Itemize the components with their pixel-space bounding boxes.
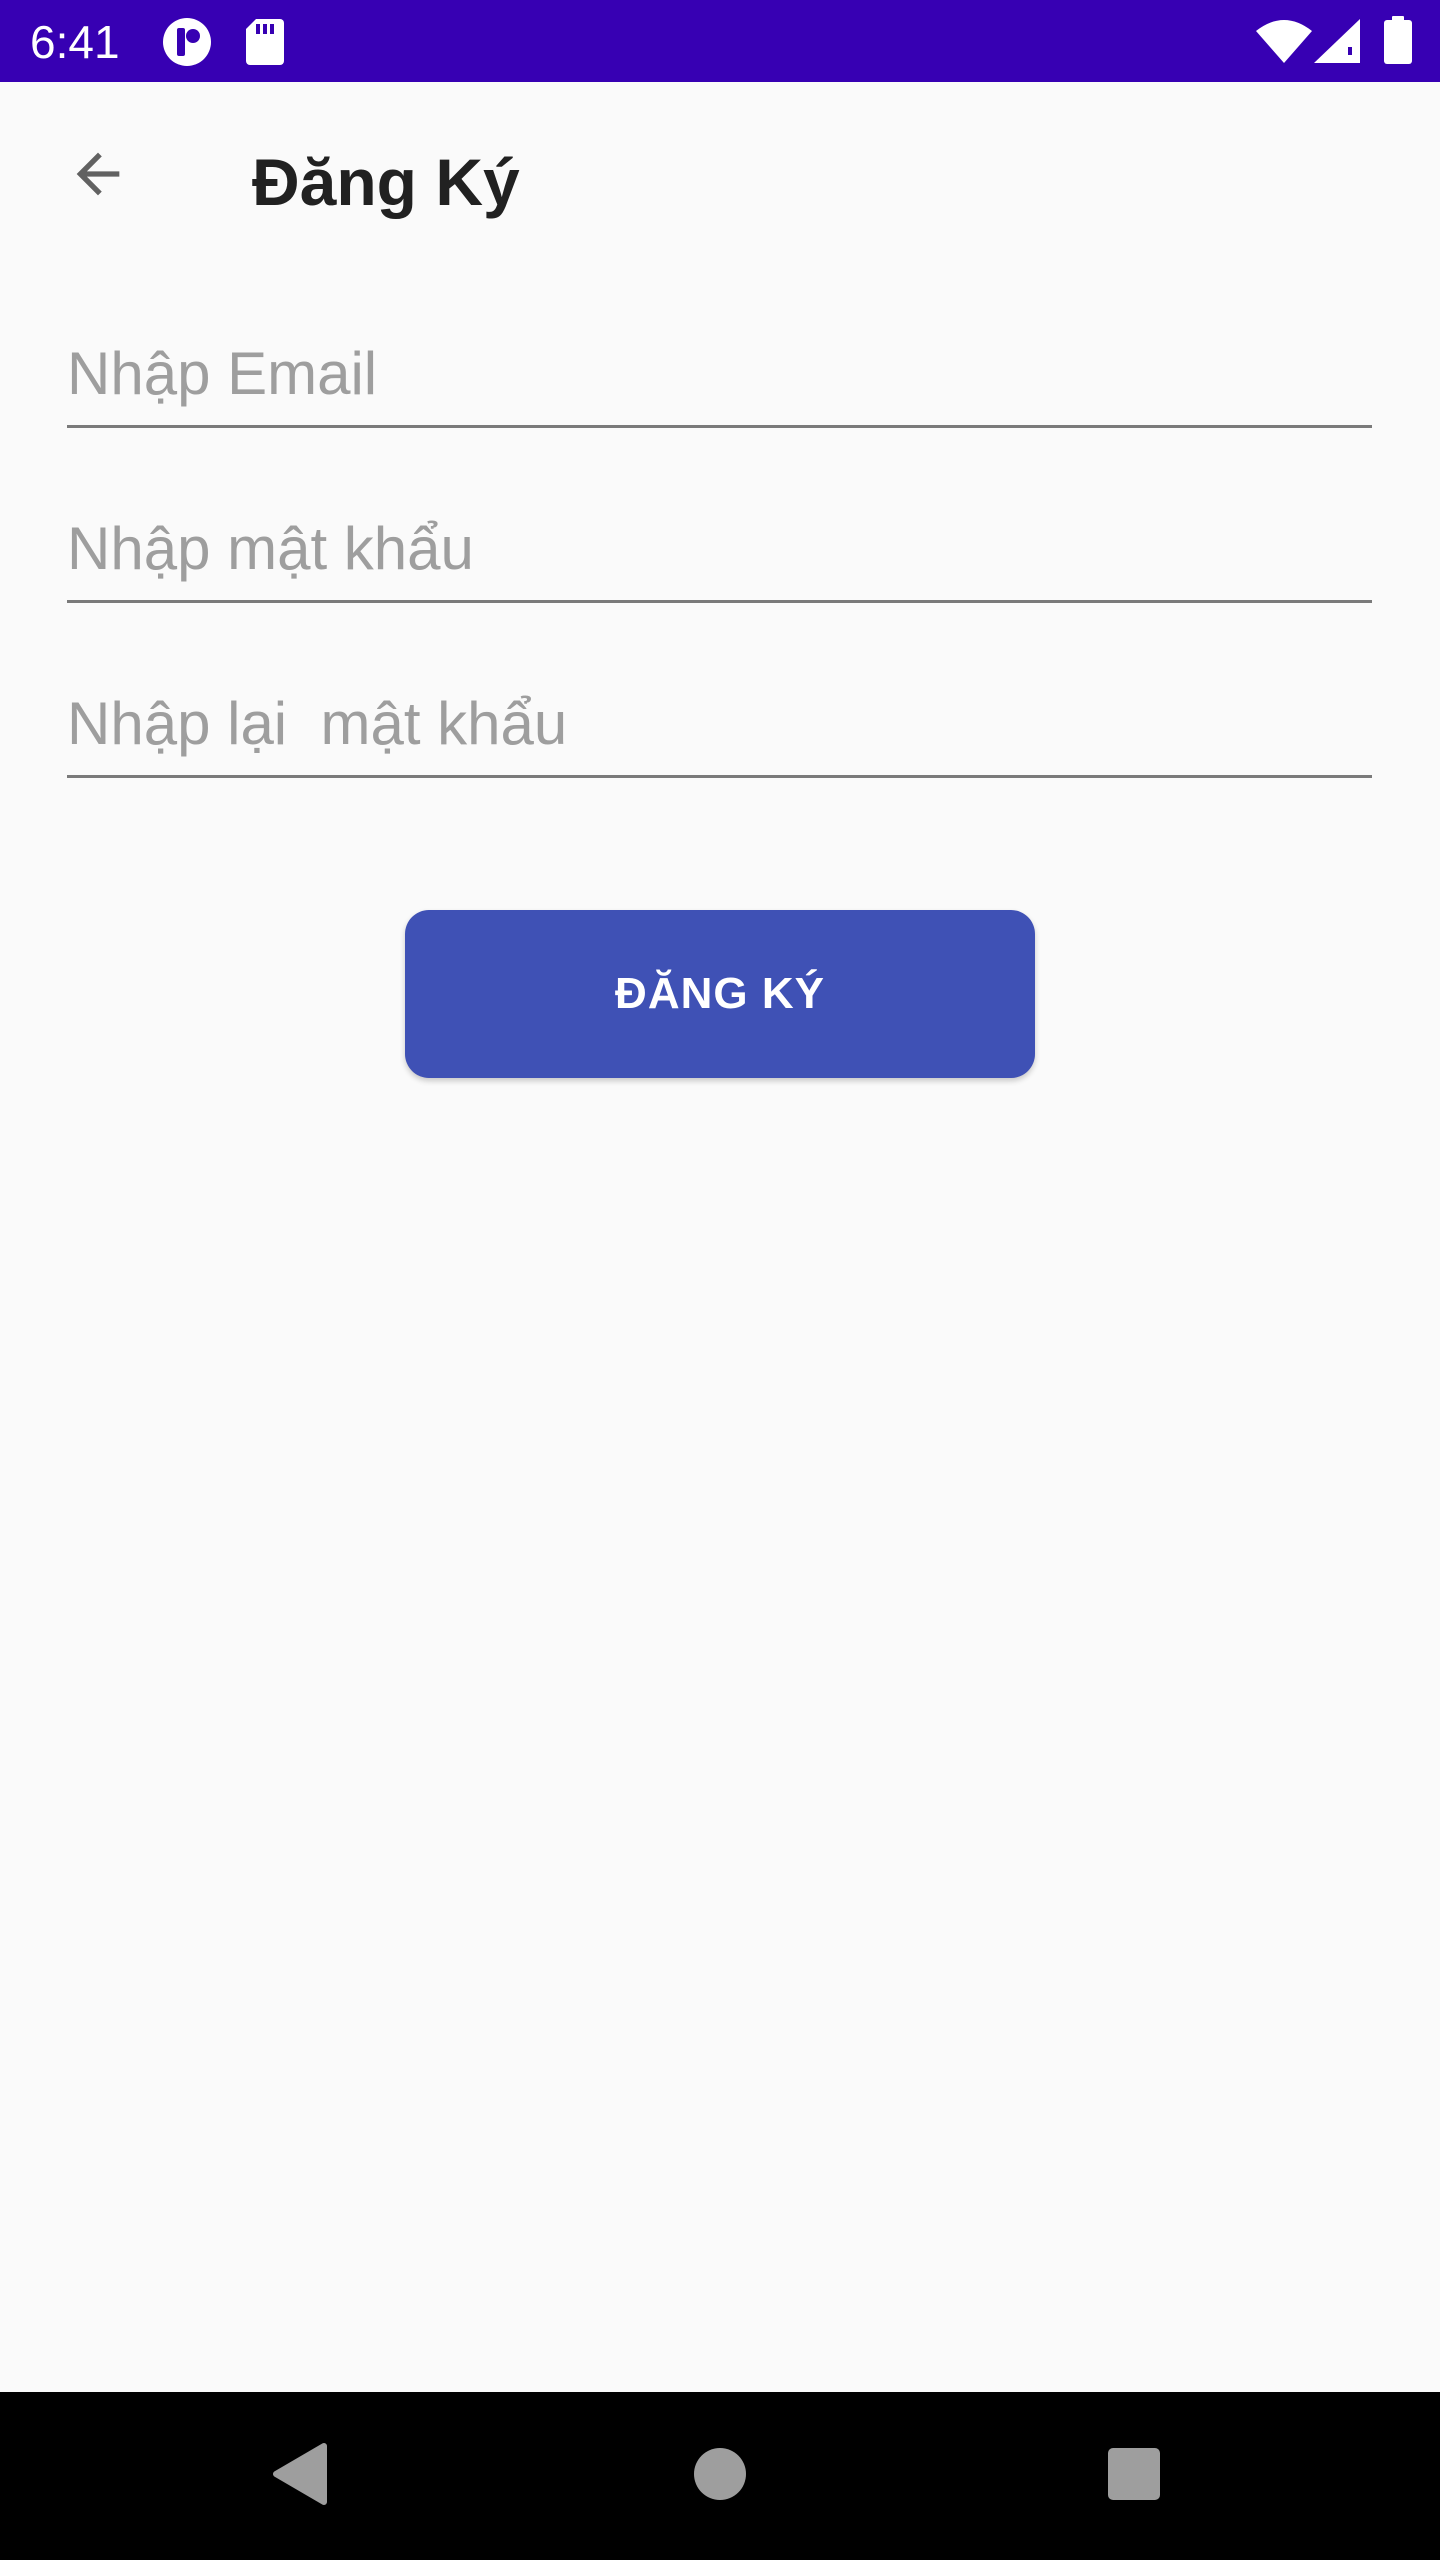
- register-screen: 6:41 Đăng Ký Nhập Email ĐĂNG KÝ: [0, 0, 1440, 2560]
- status-time: 6:41: [30, 16, 120, 68]
- nav-home-button[interactable]: [660, 2416, 780, 2536]
- email-field[interactable]: [67, 337, 1372, 411]
- cellular-signal-icon: [1314, 19, 1360, 68]
- app-bar: Đăng Ký: [0, 82, 1440, 282]
- home-circle-icon: [693, 2447, 747, 2506]
- password-field-container: [67, 480, 1372, 603]
- battery-icon: [1384, 16, 1412, 69]
- arrow-back-icon: [66, 142, 130, 211]
- register-button[interactable]: ĐĂNG KÝ: [405, 910, 1035, 1078]
- recents-square-icon: [1107, 2447, 1161, 2506]
- back-button[interactable]: [40, 118, 156, 234]
- nav-recents-button[interactable]: [1074, 2416, 1194, 2536]
- page-title: Đăng Ký: [252, 145, 520, 219]
- notification-app-icon: [162, 17, 212, 72]
- password-field[interactable]: [67, 512, 1372, 586]
- email-field-container: [67, 305, 1372, 428]
- nav-back-button[interactable]: [240, 2416, 360, 2536]
- confirm-password-field[interactable]: [67, 687, 1372, 761]
- status-bar: 6:41: [0, 0, 1440, 82]
- back-triangle-icon: [270, 2442, 330, 2511]
- sd-card-icon: [246, 19, 284, 70]
- confirm-password-field-container: [67, 655, 1372, 778]
- wifi-icon: [1256, 19, 1312, 68]
- system-nav-bar: [0, 2392, 1440, 2560]
